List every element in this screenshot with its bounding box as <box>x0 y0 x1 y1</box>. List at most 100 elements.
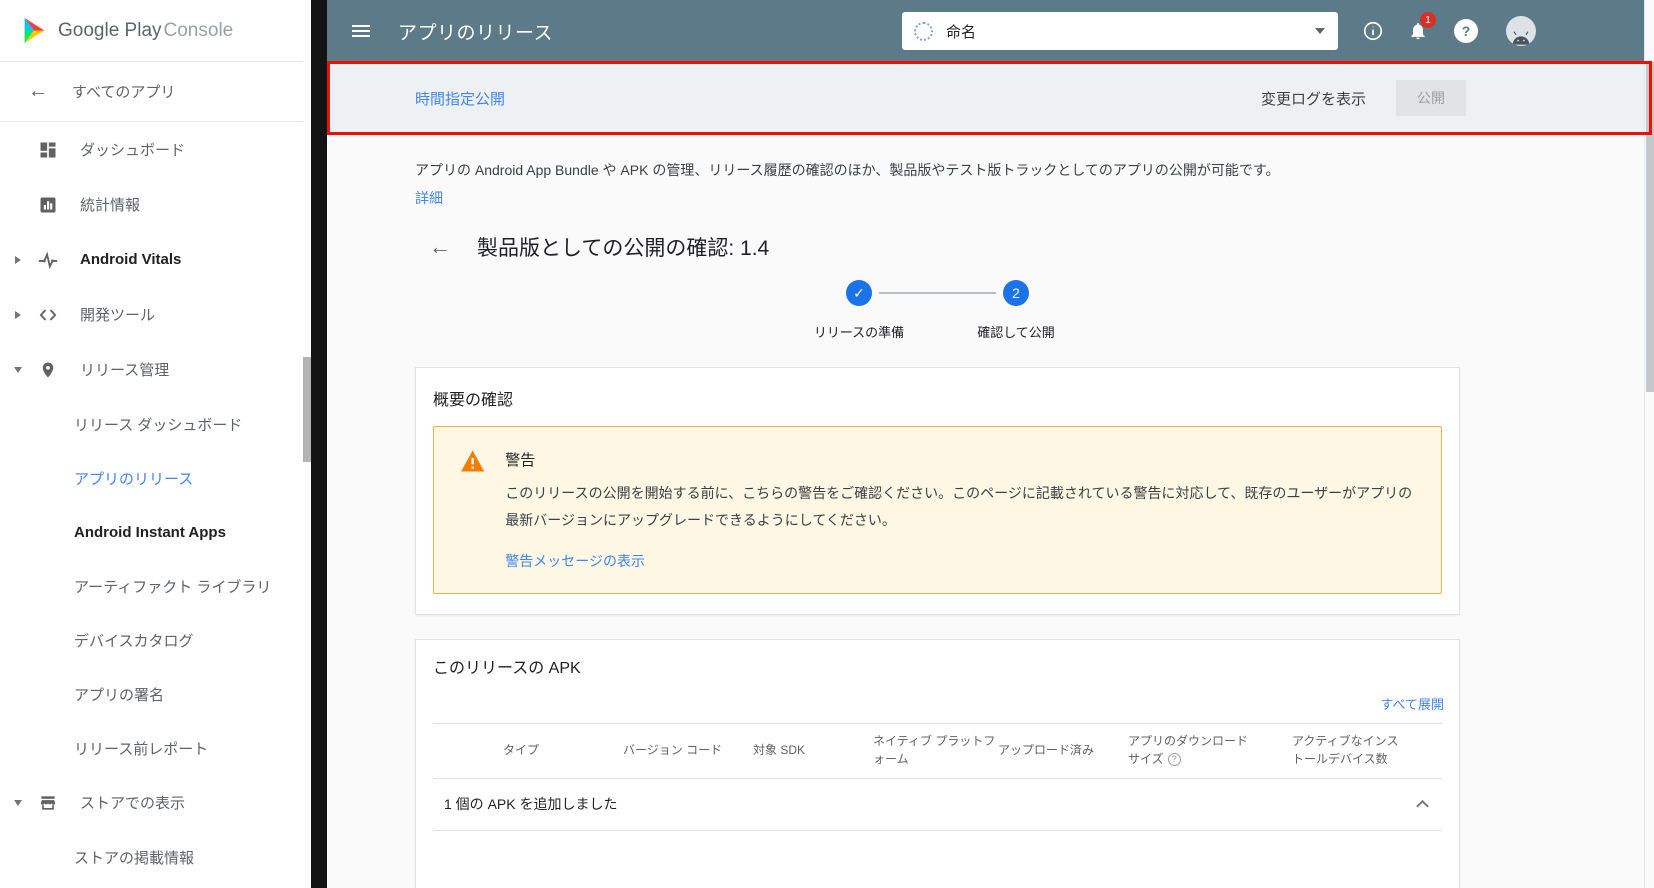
sidebar-item-label: アプリの署名 <box>74 686 165 704</box>
publish-button[interactable]: 公開 <box>1396 80 1466 116</box>
sidebar-item-device-catalog[interactable]: デバイスカタログ <box>0 613 303 667</box>
notification-badge: 1 <box>1420 12 1436 28</box>
apk-row-clipped <box>416 831 1459 888</box>
warning-body: このリリースの公開を開始する前に、こちらの警告をご確認ください。このページに記載… <box>505 485 1413 529</box>
card-title: このリリースの APK <box>433 659 581 677</box>
sidebar-item-app-signing[interactable]: アプリの署名 <box>0 667 303 721</box>
vitals-icon <box>36 248 60 272</box>
stepper-connector <box>879 292 996 294</box>
page-scrollbar-thumb[interactable] <box>1646 62 1654 392</box>
app-selector-value: 命名 <box>946 23 977 41</box>
apk-group-label: 1 個の APK を追加しました <box>444 796 618 813</box>
main-panel: アプリのリリース 命名 1 ? 時間指定公開 変更ログを表示 公開 アプリの A… <box>327 0 1644 888</box>
brand-name: Google Play <box>58 19 162 41</box>
menu-icon[interactable] <box>352 22 372 40</box>
step-label: リリースの準備 <box>813 325 905 340</box>
store-icon <box>36 791 60 815</box>
step-review-and-publish[interactable]: 2 確認して公開 <box>977 280 1055 341</box>
sidebar-item-instant-apps[interactable]: Android Instant Apps <box>0 505 303 559</box>
sidebar-item-dashboard[interactable]: ダッシュボード <box>0 122 303 177</box>
expand-right-icon <box>15 310 21 319</box>
sidebar-item-statistics[interactable]: 統計情報 <box>0 177 303 232</box>
page-scrollbar[interactable] <box>1644 0 1654 888</box>
sidebar-item-prelaunch-report[interactable]: リリース前レポート <box>0 721 303 775</box>
sidebar-item-label: デバイスカタログ <box>74 632 194 650</box>
apk-table-header: タイプ バージョン コード 対象 SDK ネイティブ プラットフォーム アップロ… <box>433 722 1442 779</box>
back-arrow-icon[interactable]: ← <box>429 234 451 260</box>
section-heading-row: ← 製品版としての公開の確認: 1.4 <box>429 232 1644 262</box>
collapse-chevron-icon[interactable] <box>1415 799 1430 809</box>
panel-divider <box>311 0 327 888</box>
avatar[interactable] <box>1506 16 1536 46</box>
step-label: 確認して公開 <box>977 325 1055 340</box>
sidebar-item-android-vitals[interactable]: Android Vitals <box>0 232 303 287</box>
help-button[interactable]: ? <box>1454 19 1478 43</box>
apk-card: このリリースの APK すべて展開 タイプ バージョン コード 対象 SDK ネ… <box>415 638 1460 888</box>
top-bar: アプリのリリース 命名 1 ? <box>327 0 1644 62</box>
content-area: アプリの Android App Bundle や APK の管理、リリース履歴… <box>327 134 1644 888</box>
dashboard-icon <box>36 138 60 162</box>
dropdown-caret-icon[interactable] <box>1314 27 1326 35</box>
sidebar-item-label: リリース ダッシュボード <box>74 416 243 434</box>
android-avatar-icon <box>1512 31 1530 45</box>
step-number: 2 <box>1003 280 1029 306</box>
sidebar: Google Play Console ← すべてのアプリ ダッシュボード 統計情… <box>0 0 303 888</box>
timed-publish-link[interactable]: 時間指定公開 <box>415 88 505 109</box>
sidebar-item-label: アプリのリリース <box>74 470 194 488</box>
card-title: 概要の確認 <box>433 392 514 409</box>
app-selector[interactable]: 命名 <box>902 12 1338 50</box>
back-arrow-icon: ← <box>28 80 48 102</box>
sidebar-item-label: アーティファクト ライブラリ <box>74 578 272 596</box>
sidebar-item-label: 統計情報 <box>80 197 141 214</box>
stepper: ✓ リリースの準備 2 確認して公開 <box>415 280 1460 341</box>
app-icon <box>914 21 933 41</box>
sidebar-item-store-presence[interactable]: ストアでの表示 <box>0 775 303 830</box>
section-heading: 製品版としての公開の確認: 1.4 <box>477 237 770 260</box>
column-header-download-size: アプリのダウンロード サイズ? <box>1128 733 1253 768</box>
sidebar-scrollbar-thumb[interactable] <box>303 357 311 462</box>
apk-group-row[interactable]: 1 個の APK を追加しました <box>433 779 1442 831</box>
sidebar-item-label: リリース前レポート <box>74 740 209 758</box>
sidebar-item-label: Android Instant Apps <box>74 523 226 541</box>
sidebar-item-label: ダッシュボード <box>80 142 186 159</box>
brand-text: Google Play Console <box>58 20 233 42</box>
sidebar-item-release-management[interactable]: リリース管理 <box>0 342 303 397</box>
sidebar-item-artifact-library[interactable]: アーティファクト ライブラリ <box>0 559 303 613</box>
column-header-label: アプリのダウンロード サイズ <box>1128 734 1249 766</box>
sidebar-item-all-apps[interactable]: ← すべてのアプリ <box>0 62 303 122</box>
sidebar-item-store-listing[interactable]: ストアの掲載情報 <box>0 830 303 884</box>
expand-down-icon <box>14 366 22 373</box>
expand-right-icon <box>15 255 21 264</box>
warning-panel: 警告 このリリースの公開を開始する前に、こちらの警告をご確認ください。このページ… <box>433 426 1442 594</box>
statistics-icon <box>36 193 60 217</box>
changelog-link[interactable]: 変更ログを表示 <box>1261 88 1366 109</box>
sidebar-item-label: すべてのアプリ <box>72 84 176 101</box>
column-header-target-sdk: 対象 SDK <box>753 742 806 757</box>
step-prepare-release[interactable]: ✓ リリースの準備 <box>814 280 904 341</box>
sidebar-item-release-dashboard[interactable]: リリース ダッシュボード <box>0 397 303 451</box>
sidebar-scrollbar[interactable] <box>303 0 311 888</box>
notifications-button[interactable]: 1 <box>1408 12 1436 42</box>
warning-content: 警告 このリリースの公開を開始する前に、こちらの警告をご確認ください。このページ… <box>505 449 1415 571</box>
expand-down-icon <box>14 799 22 806</box>
sidebar-item-dev-tools[interactable]: 開発ツール <box>0 287 303 342</box>
summary-card: 概要の確認 警告 このリリースの公開を開始する前に、こちらの警告をご確認ください… <box>415 367 1460 615</box>
release-pin-icon <box>36 358 60 382</box>
sidebar-item-label: Android Vitals <box>80 251 182 268</box>
show-warnings-link[interactable]: 警告メッセージの表示 <box>505 551 645 571</box>
sidebar-item-app-releases[interactable]: アプリのリリース <box>0 451 303 505</box>
brand[interactable]: Google Play Console <box>0 0 303 62</box>
info-icon[interactable] <box>1362 20 1384 42</box>
column-header-active-devices: アクティブなインストールデバイス数 <box>1253 733 1442 768</box>
page-description: アプリの Android App Bundle や APK の管理、リリース履歴… <box>415 162 1280 178</box>
warning-icon <box>461 450 485 472</box>
column-header-version-code: バージョン コード <box>623 742 723 757</box>
help-icon[interactable]: ? <box>1167 752 1181 766</box>
sidebar-item-label: ストアでの表示 <box>80 795 186 812</box>
page-title: アプリのリリース <box>398 22 554 44</box>
expand-all-link[interactable]: すべて展開 <box>1380 697 1444 712</box>
help-glyph: ? <box>1461 23 1471 39</box>
sidebar-item-label: 開発ツール <box>80 307 156 324</box>
release-toolbar: 時間指定公開 変更ログを表示 公開 <box>327 62 1644 134</box>
details-link[interactable]: 詳細 <box>415 188 443 208</box>
